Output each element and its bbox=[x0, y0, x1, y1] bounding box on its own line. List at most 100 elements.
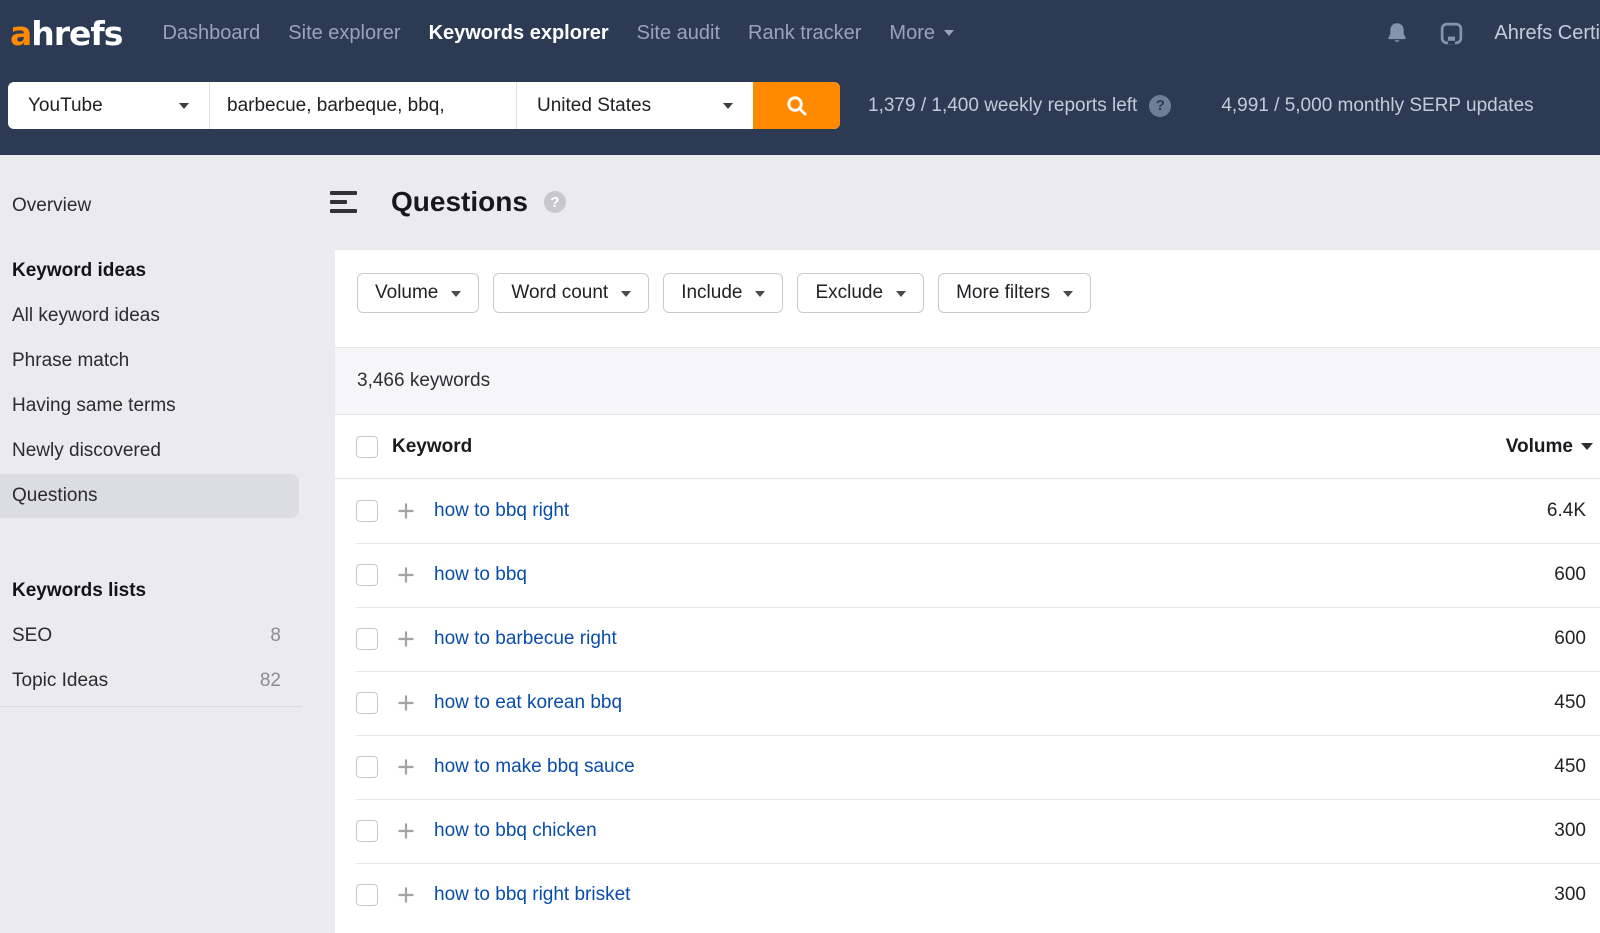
filter-include-button[interactable]: Include bbox=[663, 273, 783, 313]
nav-site-audit[interactable]: Site audit bbox=[637, 22, 720, 45]
keyword-link[interactable]: how to bbq right brisket bbox=[434, 884, 630, 906]
sidebar-item-questions[interactable]: Questions bbox=[0, 474, 299, 518]
row-checkbox[interactable] bbox=[356, 692, 378, 714]
help-icon[interactable]: ? bbox=[544, 191, 566, 213]
sidebar-header-keywords-lists: Keywords lists bbox=[0, 569, 299, 613]
keyword-link[interactable]: how to barbecue right bbox=[434, 628, 617, 650]
search-input-segment bbox=[210, 82, 517, 129]
table-row: how to bbq chicken 300 bbox=[335, 799, 1600, 863]
keyword-volume: 600 bbox=[1554, 564, 1586, 586]
keyword-link[interactable]: how to bbq chicken bbox=[434, 820, 597, 842]
more-filters-button[interactable]: More filters bbox=[938, 273, 1091, 313]
country-select[interactable]: United States bbox=[517, 82, 753, 129]
logo-letter-a: a bbox=[10, 14, 31, 53]
page-title: Questions bbox=[391, 186, 528, 218]
select-all-checkbox[interactable] bbox=[356, 436, 378, 458]
list-count: 8 bbox=[270, 614, 281, 658]
weekly-reports-left: 1,379 / 1,400 weekly reports left bbox=[868, 95, 1137, 117]
search-engine-value: YouTube bbox=[28, 95, 103, 117]
filter-word-count-button[interactable]: Word count bbox=[493, 273, 649, 313]
keywords-input[interactable] bbox=[210, 82, 516, 129]
row-checkbox[interactable] bbox=[356, 756, 378, 778]
chevron-down-icon bbox=[451, 291, 461, 297]
plus-icon[interactable] bbox=[396, 501, 416, 521]
keyword-volume: 450 bbox=[1554, 756, 1586, 778]
sidebar-item-seo-list[interactable]: 8 SEO bbox=[0, 614, 299, 658]
keyword-link[interactable]: how to bbq bbox=[434, 564, 527, 586]
main-nav: ahrefs Dashboard Site explorer Keywords … bbox=[0, 0, 1600, 66]
sidebar-divider bbox=[0, 706, 302, 707]
filter-exclude-button[interactable]: Exclude bbox=[797, 273, 924, 313]
plus-icon[interactable] bbox=[396, 693, 416, 713]
reports-sidebar: Overview Keyword ideas All keyword ideas… bbox=[0, 155, 335, 933]
row-checkbox[interactable] bbox=[356, 564, 378, 586]
product-updates-icon[interactable] bbox=[1439, 21, 1464, 46]
keyword-link[interactable]: how to make bbq sauce bbox=[434, 756, 635, 778]
keyword-volume: 300 bbox=[1554, 884, 1586, 906]
list-count: 82 bbox=[260, 659, 281, 703]
list-label: Topic Ideas bbox=[12, 670, 108, 691]
sidebar-item-overview[interactable]: Overview bbox=[0, 184, 299, 228]
plus-icon[interactable] bbox=[396, 885, 416, 905]
sidebar-header-keyword-ideas: Keyword ideas bbox=[0, 249, 299, 293]
ahrefs-certification-link[interactable]: Ahrefs Certi bbox=[1494, 22, 1600, 45]
sidebar-item-all-keyword-ideas[interactable]: All keyword ideas bbox=[0, 294, 299, 338]
filters-toolbar: Volume Word count Include Exclude More f… bbox=[335, 250, 1600, 347]
chevron-down-icon bbox=[896, 291, 906, 297]
row-checkbox[interactable] bbox=[356, 500, 378, 522]
usage-stats: 1,379 / 1,400 weekly reports left ? 4,99… bbox=[868, 82, 1534, 129]
help-icon[interactable]: ? bbox=[1149, 95, 1171, 117]
keyword-link[interactable]: how to eat korean bbq bbox=[434, 692, 622, 714]
keyword-volume: 450 bbox=[1554, 692, 1586, 714]
column-header-volume[interactable]: Volume bbox=[1506, 436, 1586, 458]
nav-dashboard[interactable]: Dashboard bbox=[162, 22, 260, 45]
table-row: how to bbq right 6.4K bbox=[335, 479, 1600, 543]
bell-icon[interactable] bbox=[1385, 21, 1409, 45]
row-checkbox[interactable] bbox=[356, 820, 378, 842]
nav-rank-tracker[interactable]: Rank tracker bbox=[748, 22, 861, 45]
ahrefs-logo[interactable]: ahrefs bbox=[10, 14, 122, 53]
plus-icon[interactable] bbox=[396, 821, 416, 841]
column-header-keyword: Keyword bbox=[392, 436, 472, 458]
sidebar-item-having-same-terms[interactable]: Having same terms bbox=[0, 384, 299, 428]
search-shell: YouTube United States bbox=[8, 82, 840, 129]
row-checkbox[interactable] bbox=[356, 628, 378, 650]
keyword-link[interactable]: how to bbq right bbox=[434, 500, 569, 522]
plus-icon[interactable] bbox=[396, 757, 416, 777]
search-engine-select[interactable]: YouTube bbox=[8, 82, 210, 129]
nav-keywords-explorer[interactable]: Keywords explorer bbox=[429, 22, 609, 45]
sort-caret-icon bbox=[1581, 443, 1593, 450]
nav-more[interactable]: More bbox=[889, 22, 954, 45]
table-row: how to bbq right brisket 300 bbox=[335, 863, 1600, 927]
keywords-count: 3,466 keywords bbox=[335, 347, 1600, 415]
monthly-serp-updates: 4,991 / 5,000 monthly SERP updates bbox=[1221, 95, 1533, 117]
country-value: United States bbox=[537, 95, 651, 117]
chevron-down-icon bbox=[1063, 291, 1073, 297]
keyword-search-bar: YouTube United States bbox=[8, 82, 840, 129]
sidebar-item-newly-discovered[interactable]: Newly discovered bbox=[0, 429, 299, 473]
keyword-volume: 600 bbox=[1554, 628, 1586, 650]
logo-rest: hrefs bbox=[31, 14, 122, 53]
nav-site-explorer[interactable]: Site explorer bbox=[288, 22, 400, 45]
sidebar-item-phrase-match[interactable]: Phrase match bbox=[0, 339, 299, 383]
chevron-down-icon bbox=[179, 103, 189, 109]
table-row: how to barbecue right 600 bbox=[335, 607, 1600, 671]
keyword-volume: 6.4K bbox=[1547, 500, 1586, 522]
row-checkbox[interactable] bbox=[356, 884, 378, 906]
plus-icon[interactable] bbox=[396, 565, 416, 585]
report-title-row: Questions ? bbox=[330, 186, 566, 218]
keyword-volume: 300 bbox=[1554, 820, 1586, 842]
chevron-down-icon bbox=[621, 291, 631, 297]
table-header: Keyword Volume bbox=[335, 415, 1600, 479]
nav-right-area: Ahrefs Certi bbox=[1385, 0, 1600, 66]
sidebar-item-topic-ideas-list[interactable]: 82 Topic Ideas bbox=[0, 659, 299, 703]
plus-icon[interactable] bbox=[396, 629, 416, 649]
reports-menu-icon[interactable] bbox=[330, 191, 357, 213]
table-body: how to bbq right 6.4K how to bbq 600 how… bbox=[335, 479, 1600, 927]
list-label: SEO bbox=[12, 625, 52, 646]
table-row: how to eat korean bbq 450 bbox=[335, 671, 1600, 735]
search-icon bbox=[785, 94, 808, 117]
filter-volume-button[interactable]: Volume bbox=[357, 273, 479, 313]
chevron-down-icon bbox=[755, 291, 765, 297]
search-button[interactable] bbox=[753, 82, 840, 129]
